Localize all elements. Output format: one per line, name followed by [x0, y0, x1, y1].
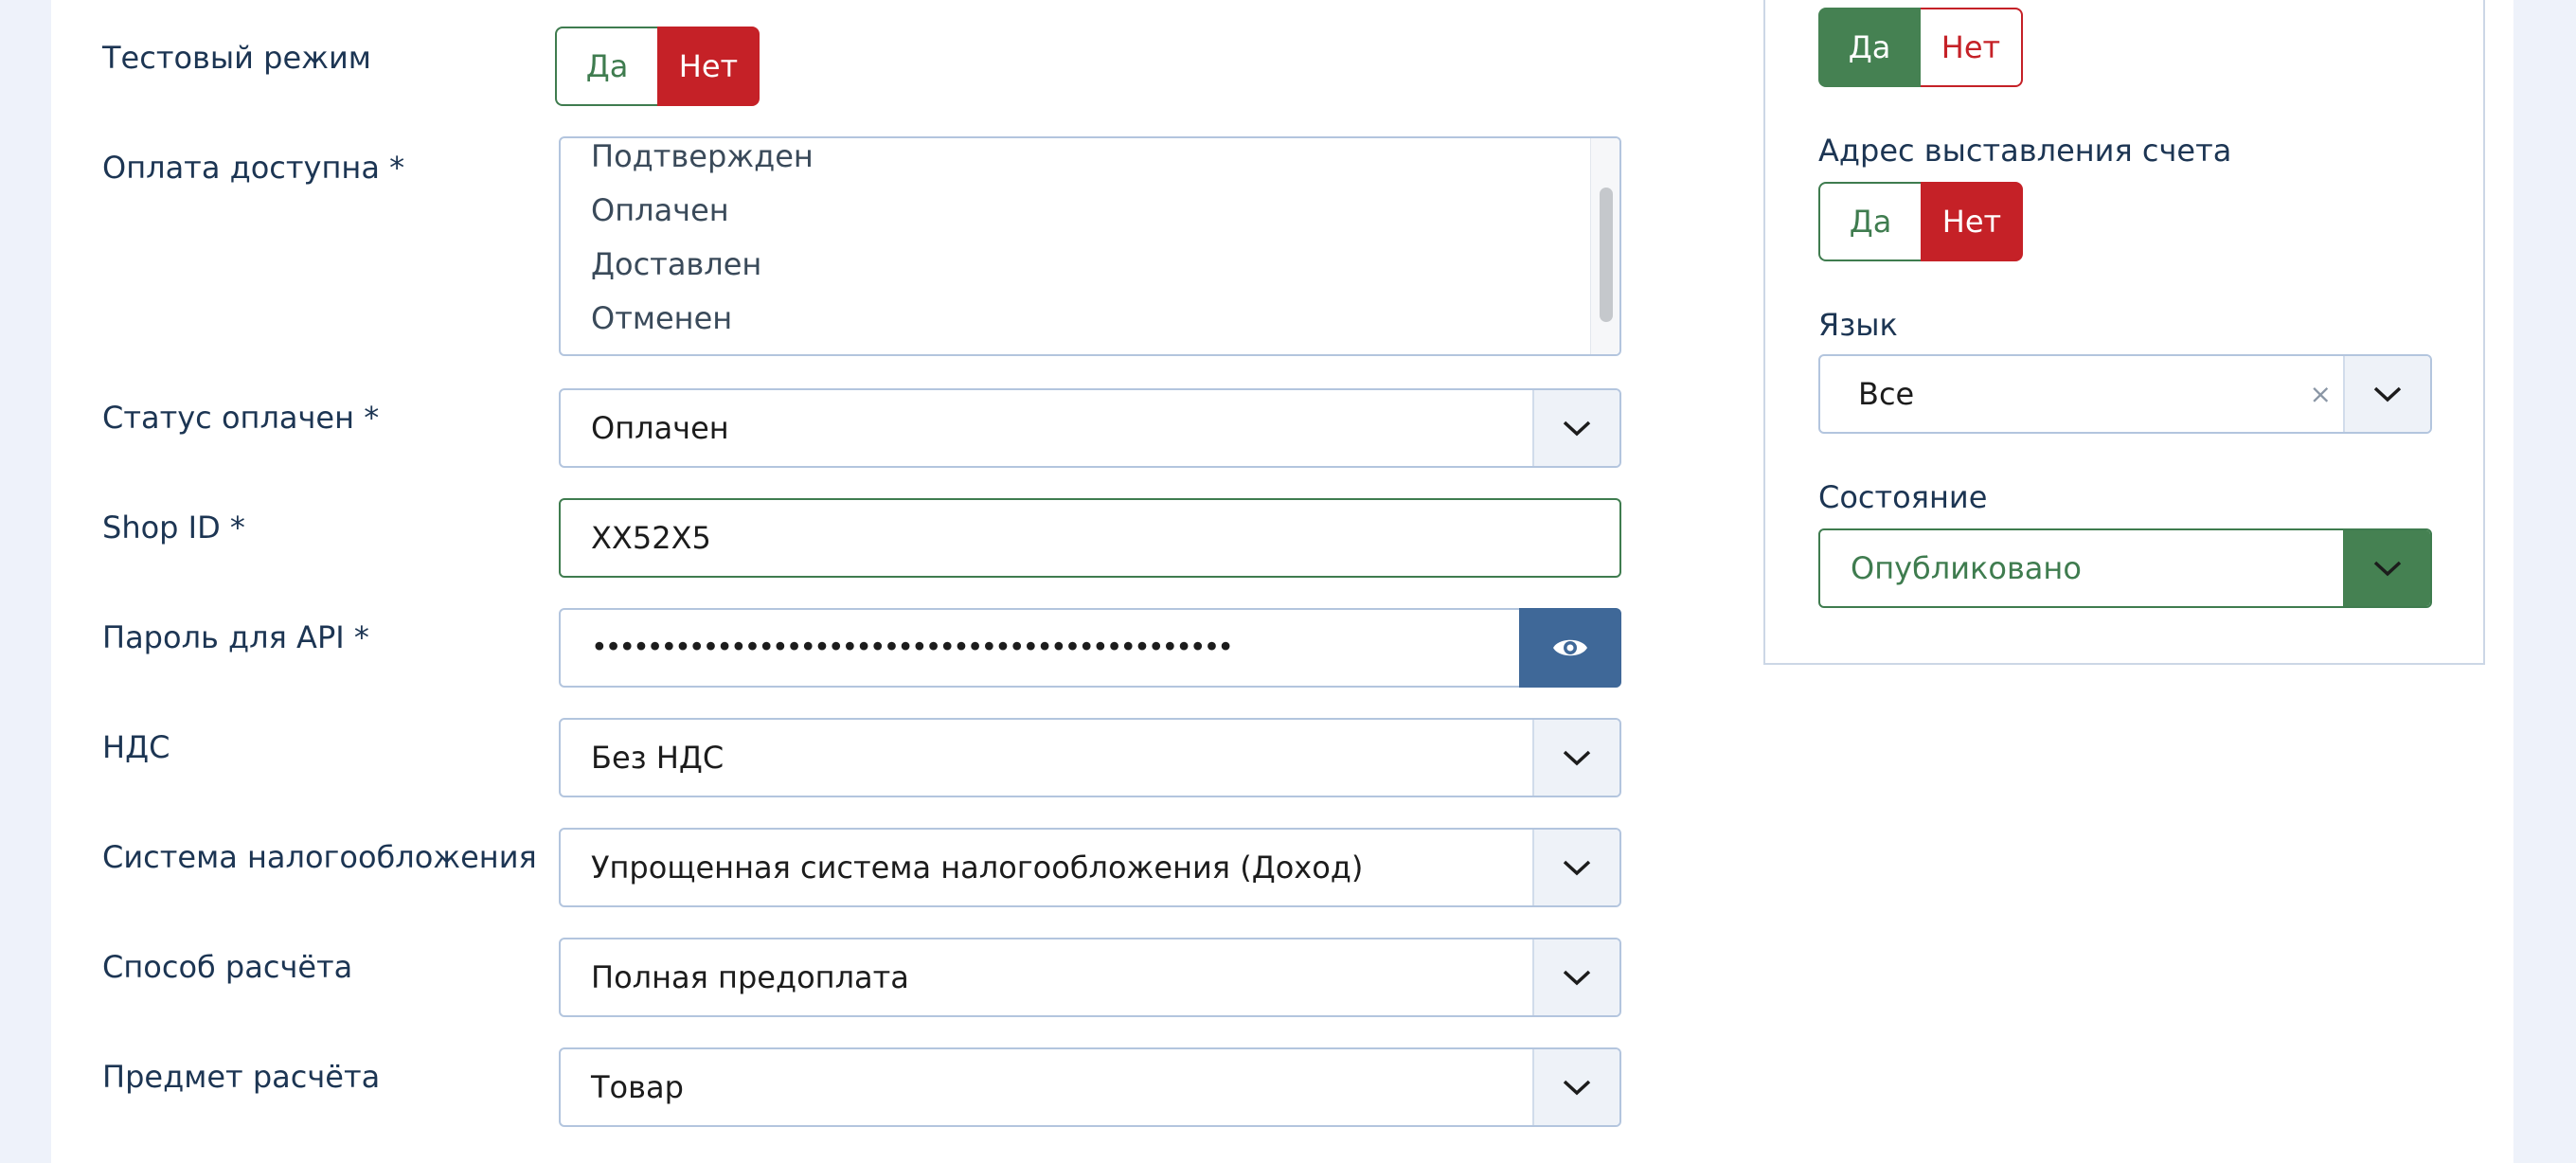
billing-address-no-button[interactable]: Нет [1921, 182, 2023, 261]
state-value: Опубликовано [1851, 550, 2082, 586]
list-item[interactable]: Оплачен [591, 192, 729, 228]
language-select[interactable]: Все × [1818, 354, 2432, 434]
eye-icon[interactable] [1519, 608, 1621, 688]
sidebar-top-no-button[interactable]: Нет [1921, 8, 2023, 87]
vat-label: НДС [102, 729, 170, 765]
test-mode-label: Тестовый режим [102, 40, 371, 76]
scrollbar-thumb[interactable] [1600, 188, 1613, 322]
sidebar-top-toggle: Да Нет [1818, 8, 2023, 87]
api-password-input[interactable]: ••••••••••••••••••••••••••••••••••••••••… [559, 608, 1621, 688]
calc-method-select[interactable]: Полная предоплата [559, 938, 1621, 1017]
tax-system-label: Система налогообложения [102, 839, 537, 875]
status-paid-value: Оплачен [591, 410, 729, 446]
tax-system-select[interactable]: Упрощенная система налогообложения (Дохо… [559, 828, 1621, 907]
test-mode-no-button[interactable]: Нет [657, 27, 760, 106]
chevron-down-icon[interactable] [2343, 356, 2430, 432]
chevron-down-icon[interactable] [1532, 1049, 1619, 1125]
billing-address-toggle: Да Нет [1818, 182, 2023, 261]
shop-id-input[interactable]: XX52X5 [559, 498, 1621, 578]
calc-subject-value: Товар [591, 1069, 684, 1105]
api-password-value: ••••••••••••••••••••••••••••••••••••••••… [591, 631, 1234, 665]
status-paid-select[interactable]: Оплачен [559, 388, 1621, 468]
chevron-down-icon[interactable] [2343, 530, 2430, 606]
list-item[interactable]: Подтвержден [591, 138, 814, 174]
sidebar-top-yes-button[interactable]: Да [1818, 8, 1921, 87]
calc-method-value: Полная предоплата [591, 959, 909, 995]
close-icon[interactable]: × [2310, 379, 2332, 410]
billing-address-yes-button[interactable]: Да [1818, 182, 1921, 261]
test-mode-yes-button[interactable]: Да [555, 27, 657, 106]
vat-select[interactable]: Без НДС [559, 718, 1621, 797]
status-paid-label: Статус оплачен * [102, 400, 380, 436]
shop-id-value: XX52X5 [591, 520, 711, 556]
chevron-down-icon[interactable] [1532, 939, 1619, 1015]
list-item[interactable]: Доставлен [591, 246, 761, 282]
vat-value: Без НДС [591, 740, 724, 776]
shop-id-label: Shop ID * [102, 510, 245, 546]
calc-method-label: Способ расчёта [102, 949, 353, 985]
payment-available-listbox[interactable]: Подтвержден Оплачен Доставлен Отменен [559, 136, 1621, 356]
billing-address-label: Адрес выставления счета [1818, 133, 2232, 169]
state-label: Состояние [1818, 479, 1988, 515]
chevron-down-icon[interactable] [1532, 720, 1619, 796]
scrollbar-track[interactable] [1590, 138, 1619, 354]
tax-system-value: Упрощенная система налогообложения (Дохо… [591, 850, 1364, 886]
test-mode-toggle: Да Нет [555, 27, 760, 106]
calc-subject-label: Предмет расчёта [102, 1059, 381, 1095]
language-label: Язык [1818, 307, 1898, 343]
state-select[interactable]: Опубликовано [1818, 528, 2432, 608]
api-password-label: Пароль для API * [102, 619, 369, 655]
chevron-down-icon[interactable] [1532, 830, 1619, 905]
payment-available-label: Оплата доступна * [102, 150, 405, 186]
chevron-down-icon[interactable] [1532, 390, 1619, 466]
list-item[interactable]: Отменен [591, 300, 732, 336]
language-value: Все [1858, 376, 1915, 412]
calc-subject-select[interactable]: Товар [559, 1047, 1621, 1127]
